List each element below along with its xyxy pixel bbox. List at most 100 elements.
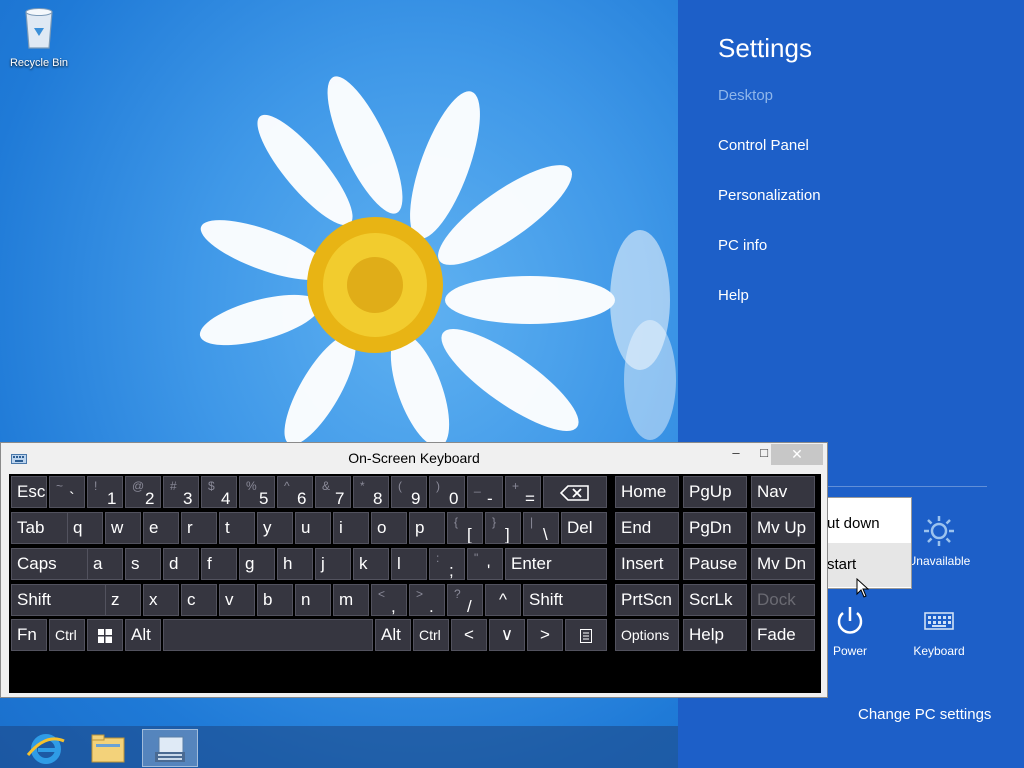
key-nav[interactable]: Nav: [751, 476, 815, 508]
key-5[interactable]: % 5: [239, 476, 275, 508]
key-home[interactable]: Home: [615, 476, 679, 508]
key-prtscn[interactable]: PrtScn: [615, 584, 679, 616]
key-m[interactable]: m: [333, 584, 369, 616]
settings-link-personalization[interactable]: Personalization: [718, 187, 821, 204]
change-pc-settings-link[interactable]: Change PC settings: [858, 706, 991, 723]
taskbar-file-explorer[interactable]: [80, 729, 136, 767]
taskbar-on-screen-keyboard[interactable]: [142, 729, 198, 767]
key-ctrl[interactable]: Ctrl: [413, 619, 449, 651]
key-p[interactable]: p: [409, 512, 445, 544]
key-n[interactable]: n: [295, 584, 331, 616]
key-9[interactable]: (9: [391, 476, 427, 508]
key-2c[interactable]: <,: [371, 584, 407, 616]
key-arrow[interactable]: ^: [485, 584, 521, 616]
key-esc[interactable]: Esc: [11, 476, 47, 508]
key-mv-dn[interactable]: Mv Dn: [751, 548, 815, 580]
key-arrow[interactable]: ∨: [489, 619, 525, 651]
key-scrlk[interactable]: ScrLk: [683, 584, 747, 616]
key-g[interactable]: g: [239, 548, 275, 580]
key-shift[interactable]: Shift: [11, 584, 107, 616]
key-pgup[interactable]: PgUp: [683, 476, 747, 508]
settings-link-help[interactable]: Help: [718, 287, 749, 304]
key-3b[interactable]: :;: [429, 548, 465, 580]
key-caps[interactable]: Caps: [11, 548, 89, 580]
key-4[interactable]: $4: [201, 476, 237, 508]
power-icon: [837, 607, 863, 634]
key-sym[interactable]: _ -: [467, 476, 503, 508]
key-arrow[interactable]: >: [527, 619, 563, 651]
key-s[interactable]: s: [125, 548, 161, 580]
key-j[interactable]: j: [315, 548, 351, 580]
key-b[interactable]: b: [257, 584, 293, 616]
key-f[interactable]: f: [201, 548, 237, 580]
key-x[interactable]: x: [143, 584, 179, 616]
key-i[interactable]: i: [333, 512, 369, 544]
key-3[interactable]: #3: [163, 476, 199, 508]
on-screen-keyboard-window: On-Screen Keyboard – □ ✕ Esc ~ `! 1 @2 #3 $4% 5…: [0, 442, 828, 698]
key-label: Del: [567, 518, 593, 537]
key-y[interactable]: y: [257, 512, 293, 544]
key-5c[interactable]: | \: [523, 512, 559, 544]
key-60[interactable]: ~ `: [49, 476, 85, 508]
key-pgdn[interactable]: PgDn: [683, 512, 747, 544]
key-z[interactable]: z: [105, 584, 141, 616]
key-k[interactable]: k: [353, 548, 389, 580]
key-mv-up[interactable]: Mv Up: [751, 512, 815, 544]
key-q[interactable]: q: [67, 512, 103, 544]
key-shift[interactable]: Shift: [523, 584, 607, 616]
key-r[interactable]: r: [181, 512, 217, 544]
key-7[interactable]: & 7: [315, 476, 351, 508]
key-tab[interactable]: Tab: [11, 512, 75, 544]
key-u[interactable]: u: [295, 512, 331, 544]
network-tile[interactable]: Unavailable: [904, 514, 974, 568]
key-d[interactable]: d: [163, 548, 199, 580]
key-alt[interactable]: Alt: [375, 619, 411, 651]
key-o[interactable]: o: [371, 512, 407, 544]
key-fade[interactable]: Fade: [751, 619, 815, 651]
osk-titlebar[interactable]: On-Screen Keyboard – □ ✕: [1, 443, 827, 473]
key-a[interactable]: a: [87, 548, 123, 580]
key-enter[interactable]: Enter: [505, 548, 607, 580]
recycle-bin[interactable]: Recycle Bin: [6, 6, 72, 69]
key-arrow[interactable]: <: [451, 619, 487, 651]
key-5b[interactable]: {[: [447, 512, 483, 544]
key-w[interactable]: w: [105, 512, 141, 544]
key-help[interactable]: Help: [683, 619, 747, 651]
key-sym[interactable]: >.: [409, 584, 445, 616]
key-windows-logo[interactable]: [87, 619, 123, 651]
key-c[interactable]: c: [181, 584, 217, 616]
keyboard-tile[interactable]: Keyboard: [904, 604, 974, 658]
key-3d[interactable]: + =: [505, 476, 541, 508]
key-ctrl[interactable]: Ctrl: [49, 619, 85, 651]
close-button[interactable]: ✕: [771, 444, 823, 465]
key-menu-key[interactable]: [565, 619, 607, 651]
key-1[interactable]: ! 1: [87, 476, 123, 508]
key-alt[interactable]: Alt: [125, 619, 161, 651]
settings-link-pc-info[interactable]: PC info: [718, 237, 767, 254]
taskbar-internet-explorer[interactable]: [18, 729, 74, 767]
key-6[interactable]: ^ 6: [277, 476, 313, 508]
key-del[interactable]: Del: [561, 512, 607, 544]
key-l[interactable]: l: [391, 548, 427, 580]
key-fn[interactable]: Fn: [11, 619, 47, 651]
key-end[interactable]: End: [615, 512, 679, 544]
key-options[interactable]: Options: [615, 619, 679, 651]
settings-link-control-panel[interactable]: Control Panel: [718, 137, 809, 154]
key-2f[interactable]: ? /: [447, 584, 483, 616]
key-h[interactable]: h: [277, 548, 313, 580]
key-space[interactable]: [163, 619, 373, 651]
key-insert[interactable]: Insert: [615, 548, 679, 580]
key-v[interactable]: v: [219, 584, 255, 616]
key-sym[interactable]: " ': [467, 548, 503, 580]
key-5d[interactable]: }]: [485, 512, 521, 544]
key-backspace[interactable]: [543, 476, 607, 508]
minimize-button[interactable]: –: [723, 445, 749, 465]
key-shift-label: (: [398, 479, 402, 493]
key-shift-label: *: [360, 479, 365, 493]
key-e[interactable]: e: [143, 512, 179, 544]
key-0[interactable]: ) 0: [429, 476, 465, 508]
key-2[interactable]: @2: [125, 476, 161, 508]
key-pause[interactable]: Pause: [683, 548, 747, 580]
key-t[interactable]: t: [219, 512, 255, 544]
key-8[interactable]: * 8: [353, 476, 389, 508]
